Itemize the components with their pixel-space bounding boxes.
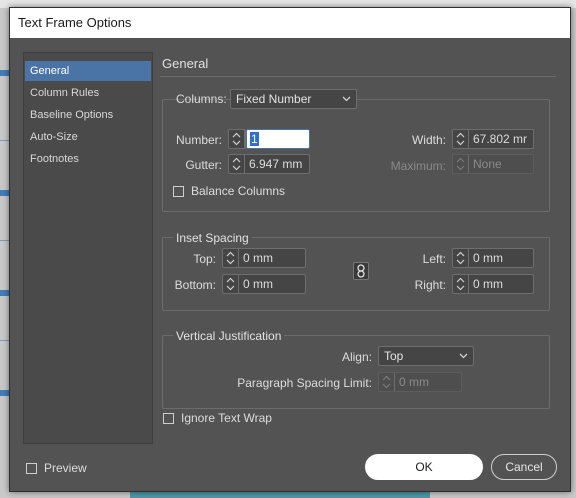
ok-button[interactable]: OK xyxy=(365,454,483,480)
ignore-text-wrap-checkbox[interactable] xyxy=(163,413,174,424)
stepper-arrows-icon[interactable] xyxy=(453,155,469,173)
preview-label: Preview xyxy=(44,461,87,475)
maximum-label: Maximum: xyxy=(390,159,446,173)
paragraph-spacing-limit-label: Paragraph Spacing Limit: xyxy=(237,376,372,390)
chevron-down-icon xyxy=(342,96,351,102)
sidebar-item-footnotes[interactable]: Footnotes xyxy=(25,149,151,169)
stepper-arrows-icon[interactable] xyxy=(223,275,239,293)
number-value: 1 xyxy=(250,132,259,146)
number-input[interactable]: 1 xyxy=(246,129,310,149)
number-stepper[interactable] xyxy=(228,129,246,149)
inset-right-value: 0 mm xyxy=(473,277,503,291)
sidebar: General Column Rules Baseline Options Au… xyxy=(23,52,153,444)
align-dropdown[interactable]: Top xyxy=(378,346,474,366)
inset-left-label: Left: xyxy=(422,252,446,266)
stepper-arrows-icon[interactable] xyxy=(453,275,469,293)
maximum-value: None xyxy=(473,157,502,171)
stepper-arrows-icon[interactable] xyxy=(223,249,239,267)
inset-left-value: 0 mm xyxy=(473,251,503,265)
columns-label: Columns: xyxy=(176,92,227,106)
inset-top-value: 0 mm xyxy=(243,251,273,265)
stepper-arrows-icon[interactable] xyxy=(379,373,395,391)
sidebar-item-column-rules[interactable]: Column Rules xyxy=(25,83,151,103)
inset-top-label: Top: xyxy=(193,252,216,266)
ignore-text-wrap-label: Ignore Text Wrap xyxy=(181,411,272,425)
paragraph-spacing-limit-value: 0 mm xyxy=(399,375,429,389)
sidebar-item-auto-size[interactable]: Auto-Size xyxy=(25,127,151,147)
vertical-justification-title: Vertical Justification xyxy=(173,329,285,343)
paragraph-spacing-limit-stepper[interactable]: 0 mm xyxy=(378,372,462,392)
title-bar[interactable]: Text Frame Options xyxy=(10,8,570,38)
stepper-arrows-icon[interactable] xyxy=(453,130,469,148)
width-value: 67.802 mr xyxy=(473,132,528,146)
inset-bottom-label: Bottom: xyxy=(174,278,216,292)
inset-left-stepper[interactable]: 0 mm xyxy=(452,248,534,268)
gutter-stepper[interactable]: 6.947 mm xyxy=(228,154,310,174)
sidebar-item-general[interactable]: General xyxy=(25,61,151,81)
chevron-down-icon xyxy=(459,353,468,359)
preview-checkbox[interactable] xyxy=(26,463,37,474)
inset-right-label: Right: xyxy=(414,278,446,292)
width-label: Width: xyxy=(411,133,446,147)
columns-type-value: Fixed Number xyxy=(236,92,312,106)
sidebar-item-baseline-options[interactable]: Baseline Options xyxy=(25,105,151,125)
inset-bottom-value: 0 mm xyxy=(243,277,273,291)
inset-top-stepper[interactable]: 0 mm xyxy=(222,248,306,268)
stepper-arrows-icon[interactable] xyxy=(229,155,245,173)
inset-right-stepper[interactable]: 0 mm xyxy=(452,274,534,294)
text-frame-options-dialog: Text Frame Options General Column Rules … xyxy=(9,7,571,492)
stepper-arrows-icon[interactable] xyxy=(229,130,245,148)
dialog-title: Text Frame Options xyxy=(18,15,132,30)
balance-columns-checkbox[interactable] xyxy=(173,186,184,197)
balance-columns-label: Balance Columns xyxy=(191,184,286,198)
columns-type-dropdown[interactable]: Fixed Number xyxy=(230,89,357,109)
align-value: Top xyxy=(384,349,404,363)
align-label: Align: xyxy=(341,350,372,364)
gutter-value: 6.947 mm xyxy=(249,157,303,171)
cancel-button[interactable]: Cancel xyxy=(491,454,557,480)
section-title: General xyxy=(162,56,209,71)
number-label: Number: xyxy=(175,133,222,147)
section-divider xyxy=(160,76,556,77)
inset-bottom-stepper[interactable]: 0 mm xyxy=(222,274,306,294)
chain-link-icon[interactable] xyxy=(353,262,369,280)
vertical-justification-group xyxy=(162,335,550,409)
width-stepper[interactable]: 67.802 mr xyxy=(452,129,534,149)
gutter-label: Gutter: xyxy=(185,158,222,172)
maximum-stepper[interactable]: None xyxy=(452,154,534,174)
stepper-arrows-icon[interactable] xyxy=(453,249,469,267)
inset-spacing-title: Inset Spacing xyxy=(173,231,252,245)
